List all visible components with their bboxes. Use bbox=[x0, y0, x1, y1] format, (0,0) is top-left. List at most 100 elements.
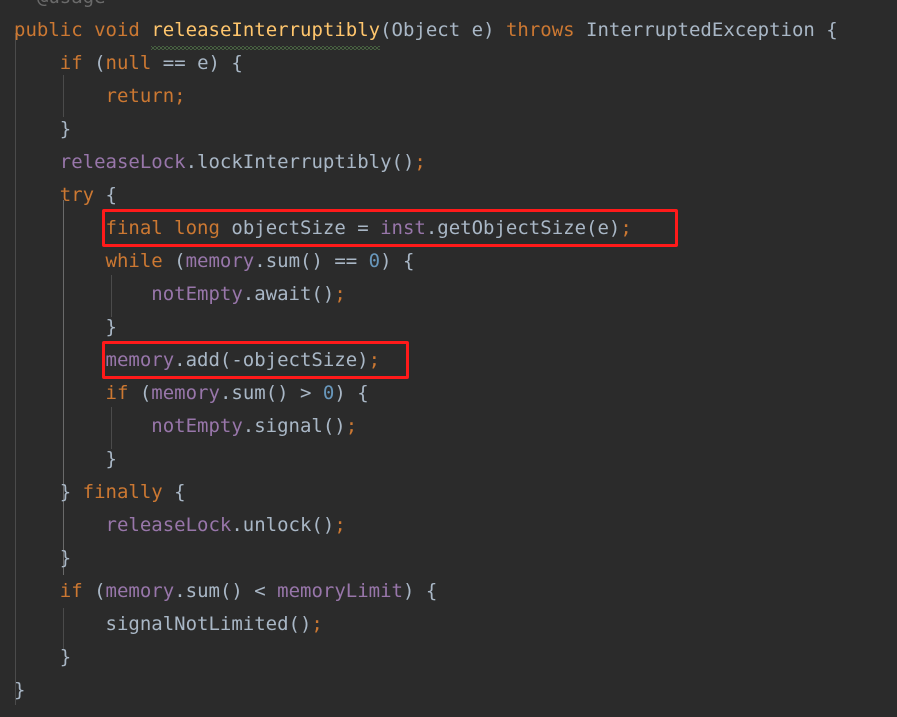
code-line-19[interactable]: signalNotLimited(); bbox=[14, 608, 897, 641]
code-line-12[interactable]: if (memory.sum() > 0) { bbox=[14, 377, 897, 410]
token: final bbox=[105, 217, 163, 239]
token: ) { bbox=[380, 250, 415, 272]
code-editor-view[interactable]: * @usage public void releaseInterruptibl… bbox=[0, 0, 897, 717]
token: 0 bbox=[368, 250, 381, 272]
token: } bbox=[14, 448, 117, 470]
token: .await() bbox=[242, 283, 335, 305]
token: inst bbox=[380, 217, 426, 239]
token: memory bbox=[105, 349, 175, 371]
code-line-8[interactable]: while (memory.sum() == 0) { bbox=[14, 245, 897, 278]
token: ( bbox=[82, 580, 106, 602]
code-line-6[interactable]: try { bbox=[14, 179, 897, 212]
token: } bbox=[14, 679, 26, 701]
code-line-13[interactable]: notEmpty.signal(); bbox=[14, 410, 897, 443]
token: long bbox=[174, 217, 220, 239]
code-line-5[interactable]: releaseLock.lockInterruptibly(); bbox=[14, 146, 897, 179]
token: } bbox=[14, 481, 83, 503]
token: .lockInterruptibly() bbox=[185, 151, 415, 173]
code-line-10[interactable]: } bbox=[14, 311, 897, 344]
token: ; bbox=[368, 349, 381, 371]
token: .sum() == bbox=[254, 250, 369, 272]
code-line-16[interactable]: releaseLock.unlock(); bbox=[14, 509, 897, 542]
code-line-20[interactable]: } bbox=[14, 641, 897, 674]
code-line-9[interactable]: notEmpty.await(); bbox=[14, 278, 897, 311]
token: ; bbox=[334, 514, 346, 536]
token: .unlock() bbox=[231, 514, 335, 536]
token: == e) { bbox=[151, 52, 243, 74]
token: .getObjectSize(e) bbox=[425, 217, 621, 239]
token: } bbox=[14, 118, 72, 140]
token: ; bbox=[334, 283, 346, 305]
token: Object bbox=[391, 19, 461, 41]
token: .signal() bbox=[242, 415, 346, 437]
token: null bbox=[105, 52, 152, 74]
token: finally bbox=[82, 481, 163, 503]
token: memory bbox=[105, 580, 175, 602]
token: releaseLock bbox=[59, 151, 186, 173]
token: 0 bbox=[322, 382, 335, 404]
token: e) bbox=[460, 19, 506, 41]
token: memory bbox=[185, 250, 255, 272]
code-line-1[interactable]: public void releaseInterruptibly(Object … bbox=[14, 14, 897, 50]
token: throws bbox=[505, 19, 575, 41]
token: notEmpty bbox=[151, 415, 243, 437]
token: { bbox=[162, 481, 186, 503]
token: ; bbox=[620, 217, 632, 239]
code-line-2[interactable]: if (null == e) { bbox=[14, 47, 897, 80]
token: memory bbox=[151, 382, 220, 404]
token: ; bbox=[311, 613, 323, 635]
code-line-11[interactable]: memory.add(-objectSize); bbox=[14, 344, 897, 377]
token: releaseLock bbox=[105, 514, 232, 536]
token: ( bbox=[162, 250, 186, 272]
code-line-7[interactable]: final long objectSize = inst.getObjectSi… bbox=[14, 212, 897, 245]
token: } bbox=[14, 646, 72, 668]
code-line-3[interactable]: return; bbox=[14, 80, 897, 113]
token: return bbox=[105, 85, 175, 107]
token: ( bbox=[128, 382, 152, 404]
code-line-21[interactable]: } bbox=[14, 674, 897, 707]
token: } bbox=[14, 316, 117, 338]
token: ( bbox=[380, 19, 392, 41]
token: memoryLimit bbox=[277, 580, 403, 602]
token: while bbox=[105, 250, 163, 272]
token: try bbox=[59, 184, 95, 206]
token: ) { bbox=[334, 382, 369, 404]
token: if bbox=[105, 382, 129, 404]
code-content[interactable]: public void releaseInterruptibly(Object … bbox=[0, 0, 897, 707]
token: void bbox=[94, 19, 140, 41]
token: { bbox=[94, 184, 117, 206]
token: signalNotLimited() bbox=[14, 613, 312, 635]
code-line-14[interactable]: } bbox=[14, 443, 897, 476]
token: InterruptedException bbox=[586, 19, 815, 41]
code-line-17[interactable]: } bbox=[14, 542, 897, 575]
token: public bbox=[14, 19, 83, 41]
token: ; bbox=[174, 85, 186, 107]
token: .sum() > bbox=[219, 382, 323, 404]
token: } bbox=[14, 547, 72, 569]
token: .sum() < bbox=[174, 580, 278, 602]
token: releaseInterruptibly bbox=[151, 14, 380, 50]
token: objectSize = bbox=[219, 217, 381, 239]
token: notEmpty bbox=[151, 283, 243, 305]
token: ; bbox=[345, 415, 358, 437]
token: ( bbox=[82, 52, 106, 74]
code-line-4[interactable]: } bbox=[14, 113, 897, 146]
code-line-15[interactable]: } finally { bbox=[14, 476, 897, 509]
code-line-18[interactable]: if (memory.sum() < memoryLimit) { bbox=[14, 575, 897, 608]
token: .add(-objectSize) bbox=[174, 349, 369, 371]
token: ) { bbox=[402, 580, 438, 602]
